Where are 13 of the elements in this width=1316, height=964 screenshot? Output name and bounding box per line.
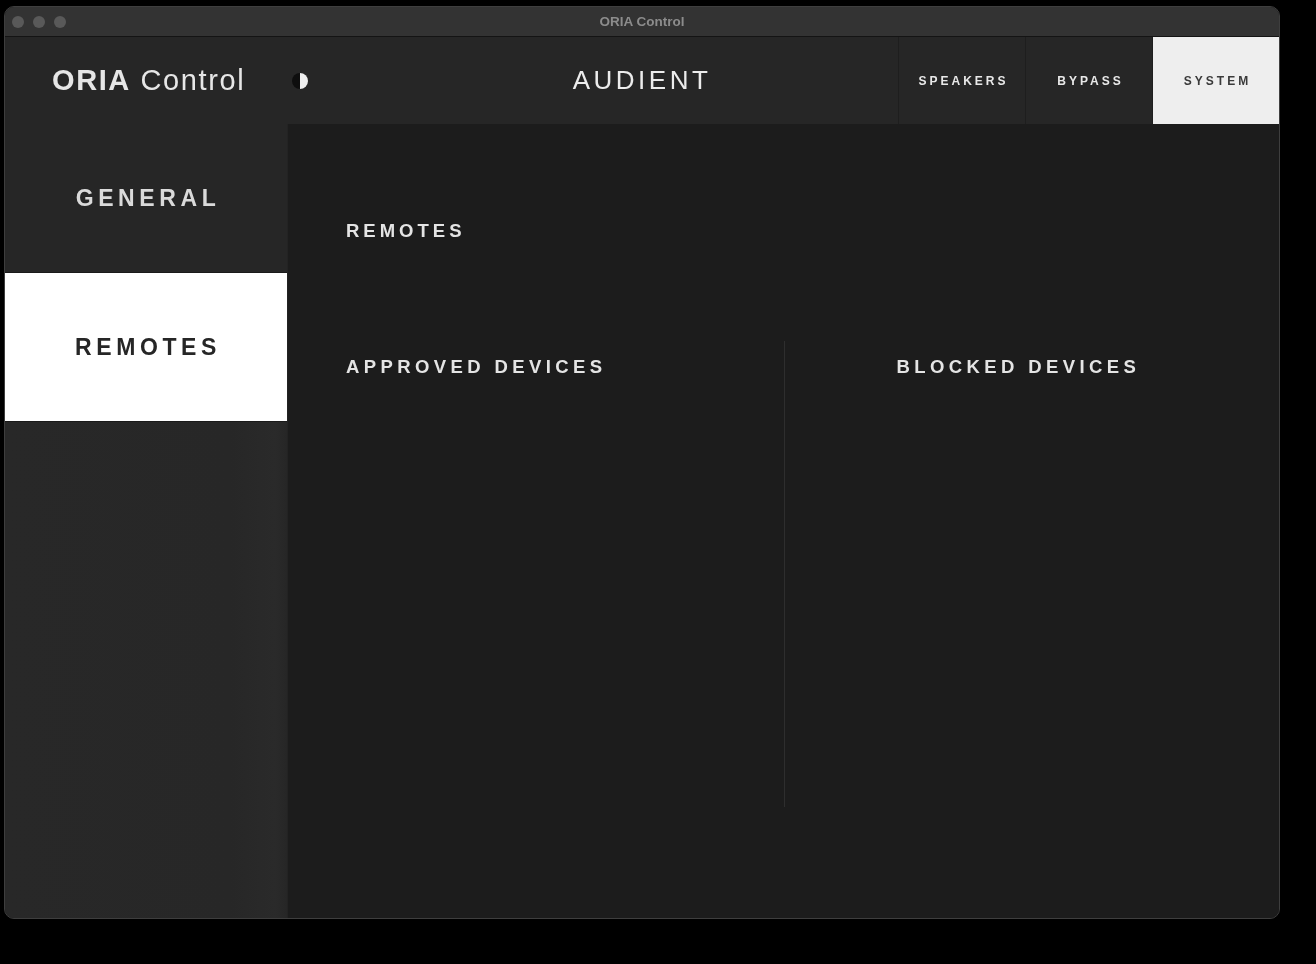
window-close-icon[interactable]: [12, 15, 24, 28]
window-zoom-icon[interactable]: [54, 15, 66, 28]
brand-logo: AUDIENT: [571, 64, 713, 97]
column-heading: APPROVED DEVICES: [346, 355, 608, 379]
contrast-icon[interactable]: [292, 72, 309, 89]
sidebar-item[interactable]: REMOTES: [5, 273, 287, 422]
page-title: REMOTES: [346, 219, 467, 243]
column-heading: BLOCKED DEVICES: [896, 355, 1142, 379]
sidebar-item[interactable]: GENERAL: [5, 124, 287, 273]
nav-tab[interactable]: SYSTEM: [1152, 37, 1279, 124]
window-minimize-icon[interactable]: [33, 15, 45, 28]
app-logo: ORIA Control: [52, 64, 246, 97]
window-title: ORIA Control: [599, 14, 685, 29]
